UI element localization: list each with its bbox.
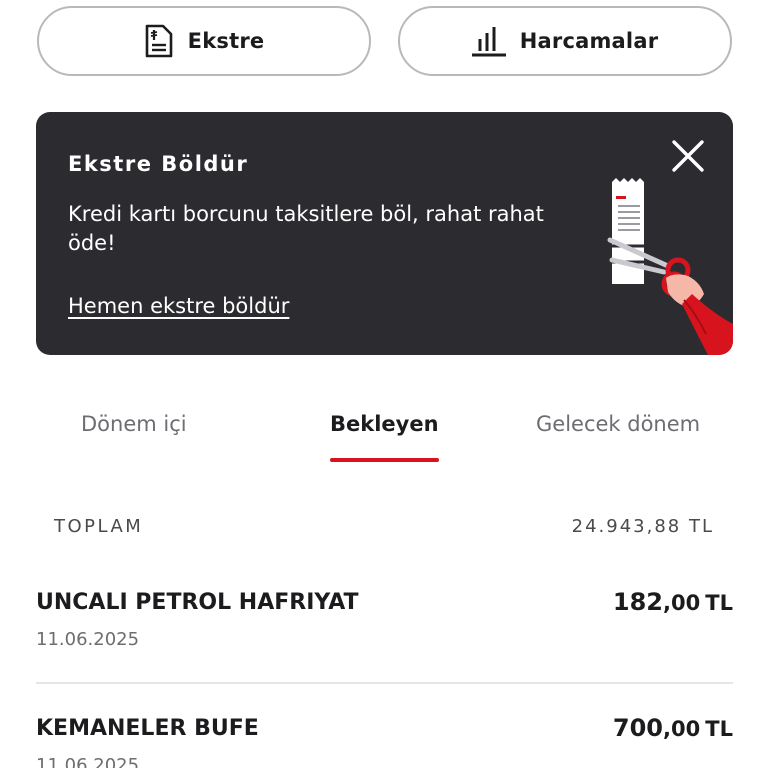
statement-button-label: Ekstre [187, 29, 265, 53]
spending-button[interactable]: Harcamalar [398, 6, 732, 76]
tab-pending[interactable]: Bekleyen [330, 412, 439, 436]
tab-next-period[interactable]: Gelecek dönem [536, 412, 700, 436]
lira-document-icon [144, 24, 174, 58]
total-label: TOPLAM [54, 516, 144, 537]
tab-current-period[interactable]: Dönem içi [81, 412, 187, 436]
transaction-date: 11.06.2025 [36, 629, 140, 650]
bar-chart-icon [471, 25, 506, 57]
transaction-amount: 700,00 TL [613, 714, 733, 742]
transaction-date: 11.06.2025 [36, 755, 140, 768]
total-value: 24.943,88 TL [571, 516, 714, 537]
transaction-amount: 182,00 TL [613, 588, 733, 616]
statement-button[interactable]: Ekstre [37, 6, 371, 76]
statement-split-banner: Ekstre Böldür Kredi kartı borcunu taksit… [36, 112, 733, 355]
active-tab-indicator [330, 458, 439, 462]
spending-button-label: Harcamalar [519, 29, 659, 53]
transaction-merchant: UNCALI PETROL HAFRIYAT [36, 590, 359, 615]
banner-text: Kredi kartı borcunu taksitlere böl, raha… [68, 202, 544, 255]
amount-decimal: ,00 [662, 717, 701, 741]
transaction-tabs: Dönem içi Bekleyen Gelecek dönem [0, 412, 768, 472]
amount-integer: 700 [612, 714, 663, 742]
row-divider [36, 682, 733, 684]
amount-integer: 182 [612, 588, 663, 616]
banner-link[interactable]: Hemen ekstre böldür [68, 294, 289, 318]
receipt-scissors-illustration [596, 174, 733, 355]
close-icon[interactable] [668, 136, 708, 176]
amount-currency: TL [705, 591, 733, 615]
banner-title: Ekstre Böldür [68, 152, 249, 176]
amount-currency: TL [705, 717, 733, 741]
amount-decimal: ,00 [662, 591, 701, 615]
transaction-merchant: KEMANELER BUFE [36, 716, 259, 741]
